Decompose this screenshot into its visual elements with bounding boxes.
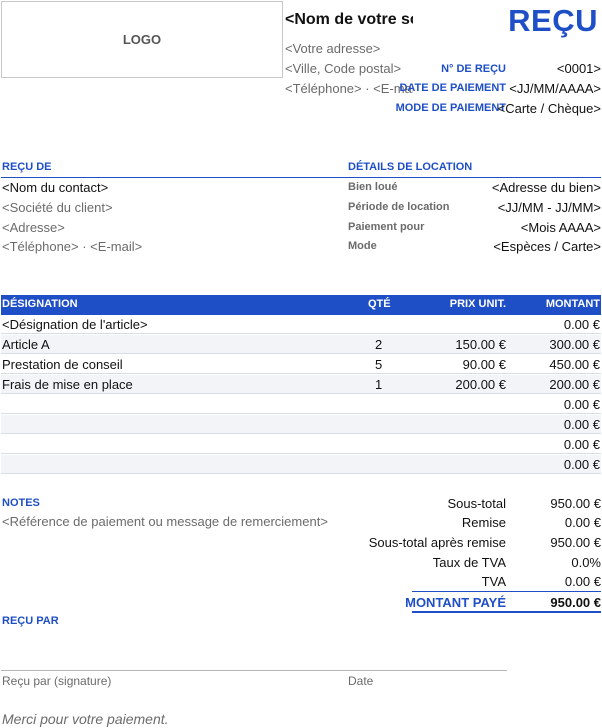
header-unit-price: PRIX UNIT. <box>449 298 506 310</box>
rental-value-property: <Adresse du bien> <box>491 180 601 195</box>
payment-date-value: <JJ/MM/AAAA> <box>509 81 601 96</box>
table-row: Frais de mise en place 1 200.00 € 200.00… <box>1 375 601 394</box>
logo-placeholder: LOGO <box>1 1 283 78</box>
payment-mode-value: <Carte / Chèque> <box>497 101 601 116</box>
rental-label-mode: Mode <box>348 240 377 252</box>
row-amount: 300.00 € <box>549 337 600 352</box>
client-company: <Société du client> <box>2 200 113 215</box>
table-row: Prestation de conseil 5 90.00 € 450.00 € <box>1 355 601 374</box>
table-row: 0.00 € <box>1 415 601 434</box>
notes-text: <Référence de paiement ou message de rem… <box>2 514 328 529</box>
total-paid-value: 950.00 € <box>550 595 601 610</box>
row-designation: <Désignation de l'article> <box>2 317 148 332</box>
header-qty: QTÉ <box>368 298 391 310</box>
thank-you-message: Merci pour votre paiement. <box>2 711 169 727</box>
row-qty: 1 <box>375 377 383 392</box>
header-amount: MONTANT <box>545 298 600 310</box>
signature-line <box>1 670 507 671</box>
notes-heading: NOTES <box>2 497 40 509</box>
total-top-rule <box>412 591 601 592</box>
payment-date-label: DATE DE PAIEMENT <box>399 82 506 94</box>
row-qty: 2 <box>375 337 383 352</box>
subtotal-value: 950.00 € <box>550 496 601 511</box>
rental-value-period: <JJ/MM - JJ/MM> <box>497 200 601 215</box>
rental-label-property: Bien loué <box>348 181 398 193</box>
company-address: <Votre adresse> <box>285 41 381 56</box>
receipt-number-label: N° DE REÇU <box>441 63 506 75</box>
row-amount: 0.00 € <box>563 397 600 412</box>
rental-details-heading: DÉTAILS DE LOCATION <box>348 161 473 173</box>
table-row: 0.00 € <box>1 435 601 454</box>
tax-rate-label: Taux de TVA <box>432 555 506 570</box>
rental-label-payment-for: Paiement pour <box>348 221 425 233</box>
client-contact: <Nom du contact> <box>2 180 109 195</box>
row-designation: Prestation de conseil <box>2 357 123 372</box>
signature-label: Reçu par (signature) <box>2 674 112 688</box>
payment-mode-label: MODE DE PAIEMENT <box>395 102 506 114</box>
header-designation: DÉSIGNATION <box>2 298 78 310</box>
received-by-heading: REÇU PAR <box>2 615 59 627</box>
company-contact: <Téléphone> · <E-mail> <box>285 81 413 96</box>
after-discount-label: Sous-total après remise <box>368 535 506 550</box>
total-bottom-rule <box>412 611 601 613</box>
row-designation: Article A <box>2 337 50 352</box>
table-row: <Désignation de l'article> 0.00 € <box>1 315 601 334</box>
rental-value-mode: <Espèces / Carte> <box>493 239 601 254</box>
section-divider <box>1 177 601 178</box>
row-qty: 5 <box>375 357 383 372</box>
table-row: 0.00 € <box>1 455 601 474</box>
row-amount: 0.00 € <box>563 417 600 432</box>
discount-value: 0.00 € <box>564 515 601 530</box>
tax-label: TVA <box>481 574 506 589</box>
after-discount-value: 950.00 € <box>550 535 601 550</box>
row-designation: Frais de mise en place <box>2 377 133 392</box>
row-unit-price: 150.00 € <box>455 337 506 352</box>
client-address: <Adresse> <box>2 220 65 235</box>
receipt-title: REÇU <box>508 3 598 38</box>
row-unit-price: 200.00 € <box>455 377 506 392</box>
row-amount: 0.00 € <box>563 317 600 332</box>
row-amount: 450.00 € <box>549 357 600 372</box>
discount-label: Remise <box>461 515 506 530</box>
row-amount: 0.00 € <box>563 457 600 472</box>
table-row: Article A 2 150.00 € 300.00 € <box>1 335 601 354</box>
client-contact-info: <Téléphone> · <E-mail> <box>2 239 143 254</box>
company-city: <Ville, Code postal> <box>285 61 402 76</box>
table-row: 0.00 € <box>1 395 601 414</box>
total-paid-label: MONTANT PAYÉ <box>405 595 506 610</box>
row-unit-price: 90.00 € <box>462 357 506 372</box>
receipt-number-value: <0001> <box>556 61 601 76</box>
signature-date-label: Date <box>348 674 374 688</box>
tax-rate-value: 0.0% <box>571 555 601 570</box>
row-amount: 200.00 € <box>549 377 600 392</box>
row-amount: 0.00 € <box>563 437 600 452</box>
company-name: <Nom de votre société> <box>285 11 413 28</box>
subtotal-label: Sous-total <box>447 496 506 511</box>
received-from-heading: REÇU DE <box>2 161 52 173</box>
rental-label-period: Période de location <box>348 201 450 213</box>
rental-value-payment-for: <Mois AAAA> <box>520 220 601 235</box>
tax-value: 0.00 € <box>564 574 601 589</box>
items-table-header: DÉSIGNATION QTÉ PRIX UNIT. MONTANT <box>1 295 601 315</box>
